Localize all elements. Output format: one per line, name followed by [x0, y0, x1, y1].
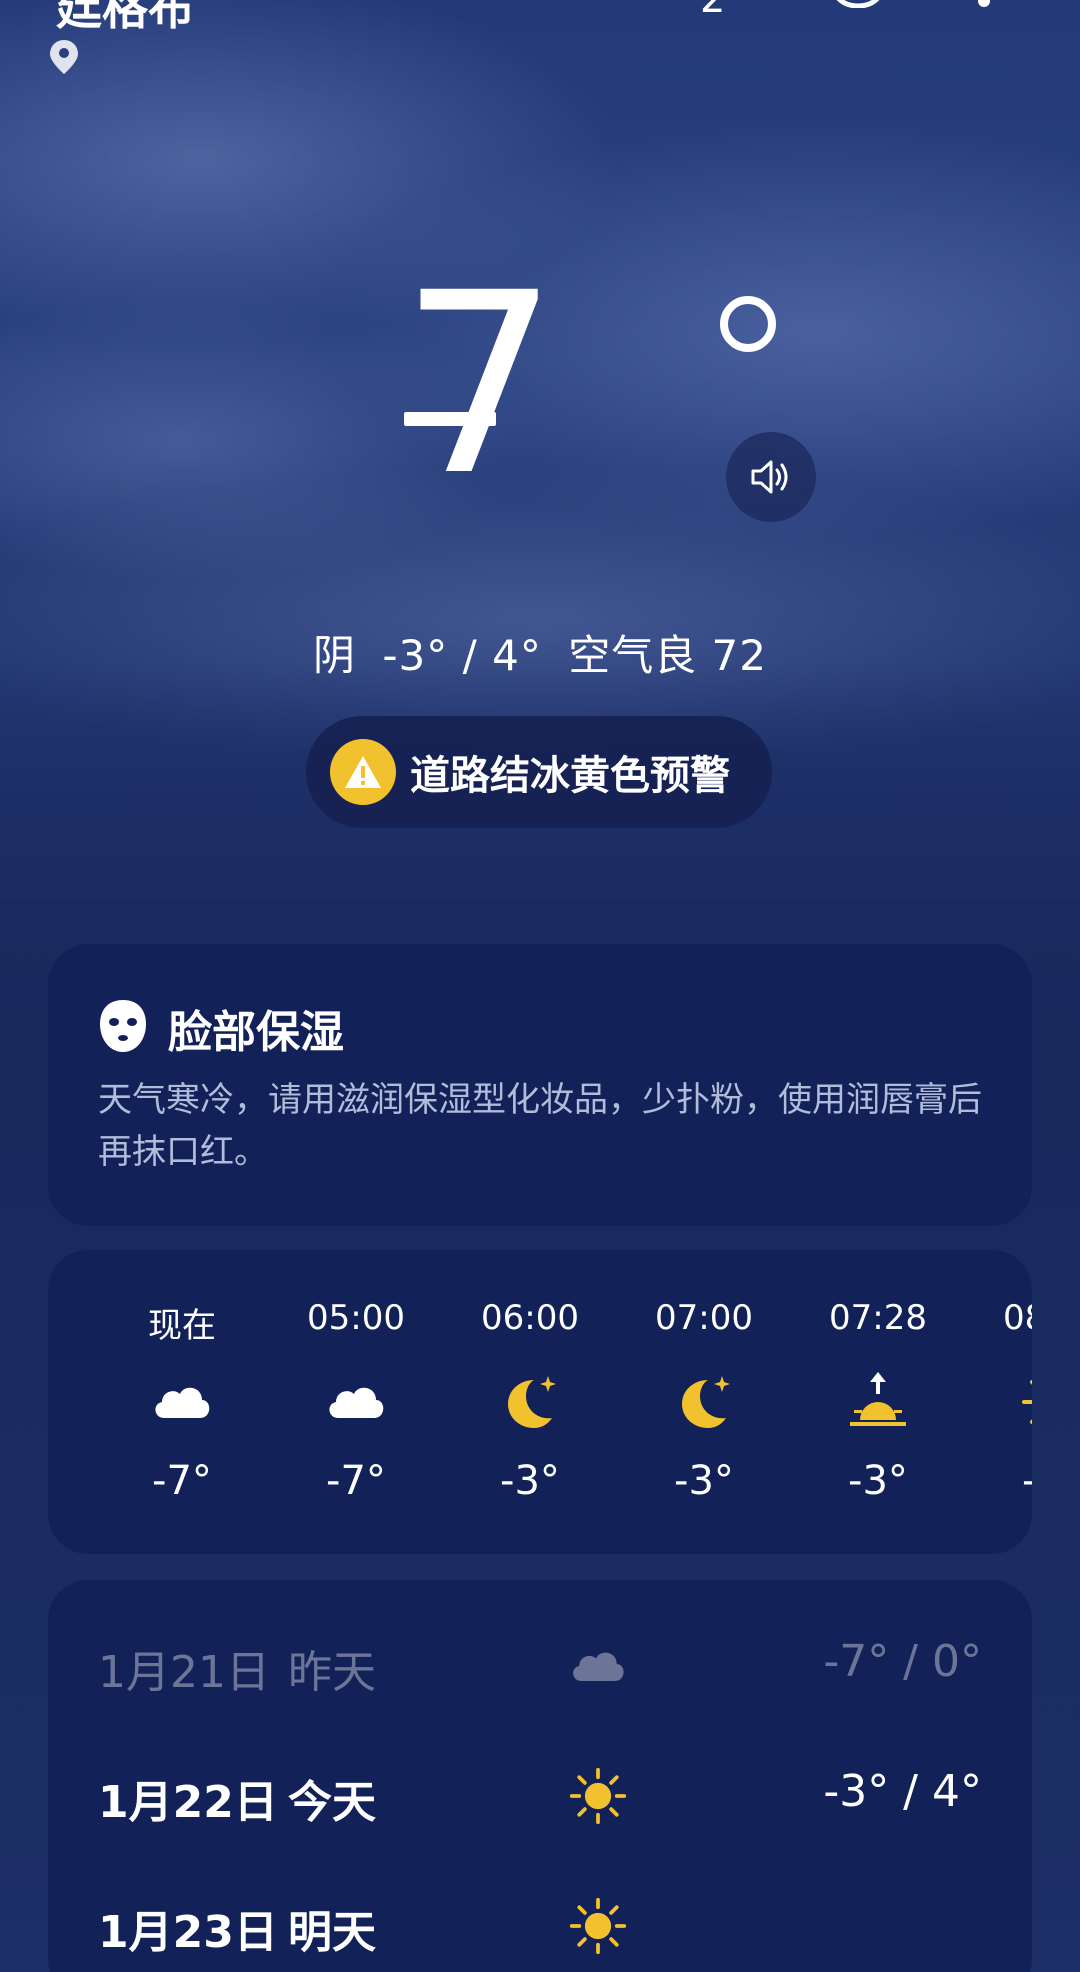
hour-time: 08:00: [1003, 1298, 1032, 1338]
city-name[interactable]: 廷格布: [56, 0, 194, 38]
hour-temp: -3°: [674, 1458, 734, 1504]
hour-item: 05:00 -7°: [286, 1250, 426, 1554]
hour-item: 08:00 -2°: [982, 1250, 1032, 1554]
alert-label: 道路结冰黄色预警: [410, 753, 730, 799]
day-name: 今天: [288, 1777, 376, 1828]
day-date: 1月21日: [98, 1647, 270, 1698]
current-temperature: 7: [400, 239, 559, 530]
life-tip-card[interactable]: 脸部保湿 天气寒冷，请用滋润保湿型化妆品，少扑粉，使用润唇膏后再抹口红。: [48, 944, 1032, 1226]
sun-icon: [1022, 1380, 1032, 1424]
weather-summary: 阴 -3° / 4° 空气良 72: [0, 622, 1080, 683]
manage-cities-icon[interactable]: [830, 0, 886, 8]
sun-icon: [569, 1767, 627, 1825]
day-name: 明天: [288, 1907, 376, 1958]
cloud-icon: [155, 1387, 210, 1418]
degree-symbol: [720, 296, 776, 352]
top-status-text: 2°: [700, 0, 745, 22]
tip-body: 天气寒冷，请用滋润保湿型化妆品，少扑粉，使用润唇膏后再抹口红。: [98, 1080, 982, 1172]
moon-icon: [508, 1376, 556, 1428]
hour-temp: -3°: [500, 1458, 560, 1504]
warning-icon: [330, 739, 396, 805]
moon-icon: [682, 1376, 730, 1428]
air-quality-text[interactable]: 空气良 72: [568, 631, 767, 680]
cloud-icon: [573, 1652, 624, 1681]
hour-item: 06:00 -3°: [460, 1250, 600, 1554]
day-date: 1月23日: [98, 1907, 278, 1958]
sun-icon: [569, 1897, 627, 1955]
hourly-forecast-card[interactable]: 现在 -7° 05:00 -7° 06:00 -3° 07:00 -3° 07:…: [48, 1250, 1032, 1554]
condition-text: 阴: [313, 631, 357, 680]
hour-time: 05:00: [307, 1298, 405, 1338]
hour-temp: -3°: [848, 1458, 908, 1504]
cloud-icon: [329, 1387, 384, 1418]
face-mask-icon: [100, 1000, 146, 1052]
day-name: 昨天: [288, 1647, 376, 1698]
daily-forecast-card[interactable]: 1月21日 昨天 -7° / 0° 1月22日 今天 -3° / 4° 1月23…: [48, 1580, 1032, 1972]
daily-row-today[interactable]: 1月22日 今天 -3° / 4°: [48, 1756, 1032, 1836]
hour-time: 现在: [148, 1306, 216, 1346]
hour-time: 06:00: [481, 1298, 579, 1338]
hour-item: 07:00 -3°: [634, 1250, 774, 1554]
hour-time: 07:28: [829, 1298, 927, 1338]
hour-temp: -7°: [326, 1458, 386, 1504]
top-bar: 廷格布 2°: [0, 0, 1080, 90]
location-pin-icon: [50, 40, 78, 74]
day-temp-range: -7° / 0°: [823, 1636, 982, 1687]
temp-range-text: -3° / 4°: [382, 631, 542, 680]
hour-time: 07:00: [655, 1298, 753, 1338]
day-date: 1月22日: [98, 1777, 278, 1828]
speaker-icon: [751, 460, 788, 494]
tip-title: 脸部保湿: [168, 1007, 344, 1058]
hour-temp: -2°: [982, 1458, 1032, 1504]
hour-temp: -7°: [152, 1458, 212, 1504]
sunrise-icon: [850, 1372, 906, 1426]
voice-broadcast-button[interactable]: [726, 432, 816, 522]
daily-row-tomorrow[interactable]: 1月23日 明天: [48, 1886, 1032, 1966]
daily-row-yesterday[interactable]: 1月21日 昨天 -7° / 0°: [48, 1626, 1032, 1706]
hour-item: 07:28 -3°: [808, 1250, 948, 1554]
more-menu-icon[interactable]: [976, 0, 992, 12]
weather-alert-pill[interactable]: 道路结冰黄色预警: [306, 716, 772, 828]
hour-item: 现在 -7°: [112, 1250, 252, 1554]
day-temp-range: -3° / 4°: [823, 1766, 982, 1817]
